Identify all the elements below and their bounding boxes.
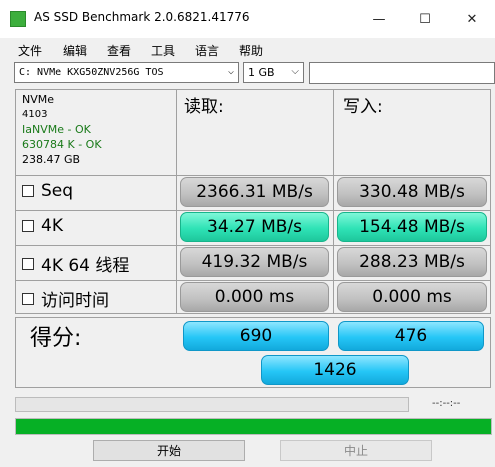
drive-select[interactable]: C: NVMe KXG50ZNV256G TOS ⌵ [14,62,239,83]
chevron-down-icon: ⌵ [291,66,299,77]
drive-capacity: 238.47 GB [22,153,81,166]
driver-status: IaNVMe - OK [22,123,91,136]
divider [15,175,491,176]
access-write-result: 0.000 ms [337,282,487,312]
4k64-write-result: 288.23 MB/s [337,247,487,277]
maximize-button[interactable]: ☐ [402,0,448,38]
minimize-button[interactable]: — [356,0,402,38]
test-4k64-label: 4K 64 线程 [41,256,130,276]
test-access-time-label: 访问时间 [41,291,109,311]
4k-write-result: 154.48 MB/s [337,212,487,242]
divider [15,210,491,211]
score-label: 得分: [30,326,82,351]
drive-info: NVMe 4103 IaNVMe - OK 630784 K - OK 238.… [22,92,176,167]
overall-progress-fill [16,419,491,434]
menu-tools[interactable]: 工具 [151,42,175,59]
read-column-header: 读取: [184,97,224,117]
divider [15,245,491,246]
size-select[interactable]: 1 GB ⌵ [243,62,304,83]
stop-button[interactable]: 中止 [280,440,432,461]
seq-read-result: 2366.31 MB/s [180,177,329,207]
checkbox-icon [22,185,34,197]
size-select-value: 1 GB [248,66,275,79]
test-seq-checkbox[interactable]: Seq [22,181,73,201]
elapsed-time: --:--:-- [432,398,461,409]
score-write: 476 [338,321,484,351]
chevron-down-icon: ⌵ [227,66,234,77]
menu-edit[interactable]: 编辑 [63,42,87,59]
4k-read-result: 34.27 MB/s [180,212,329,242]
menu-file[interactable]: 文件 [18,42,42,59]
window-title: AS SSD Benchmark 2.0.6821.41776 [34,10,250,24]
menu-view[interactable]: 查看 [107,42,131,59]
test-access-time-checkbox[interactable]: 访问时间 [22,286,109,311]
test-4k-label: 4K [41,216,63,236]
drive-model: NVMe [22,93,55,106]
start-button[interactable]: 开始 [93,440,245,461]
4k64-read-result: 419.32 MB/s [180,247,329,277]
drive-firmware: 4103 [22,109,48,120]
write-column-header: 写入: [343,97,383,117]
info-text-field[interactable] [309,62,495,84]
app-icon [10,11,26,27]
menu-help[interactable]: 帮助 [239,42,263,59]
alignment-status: 630784 K - OK [22,138,102,151]
seq-write-result: 330.48 MB/s [337,177,487,207]
drive-select-value: C: NVMe KXG50ZNV256G TOS [19,67,164,78]
score-read: 690 [183,321,329,351]
test-4k64-checkbox[interactable]: 4K 64 线程 [22,251,129,276]
checkbox-icon [22,220,34,232]
divider [15,280,491,281]
close-button[interactable]: ✕ [449,0,495,38]
menu-language[interactable]: 语言 [195,42,219,59]
test-seq-label: Seq [41,181,74,201]
test-progress-bar [15,397,409,412]
access-read-result: 0.000 ms [180,282,329,312]
score-total: 1426 [261,355,409,385]
checkbox-icon [22,292,34,305]
checkbox-icon [22,257,34,270]
test-4k-checkbox[interactable]: 4K [22,216,63,236]
